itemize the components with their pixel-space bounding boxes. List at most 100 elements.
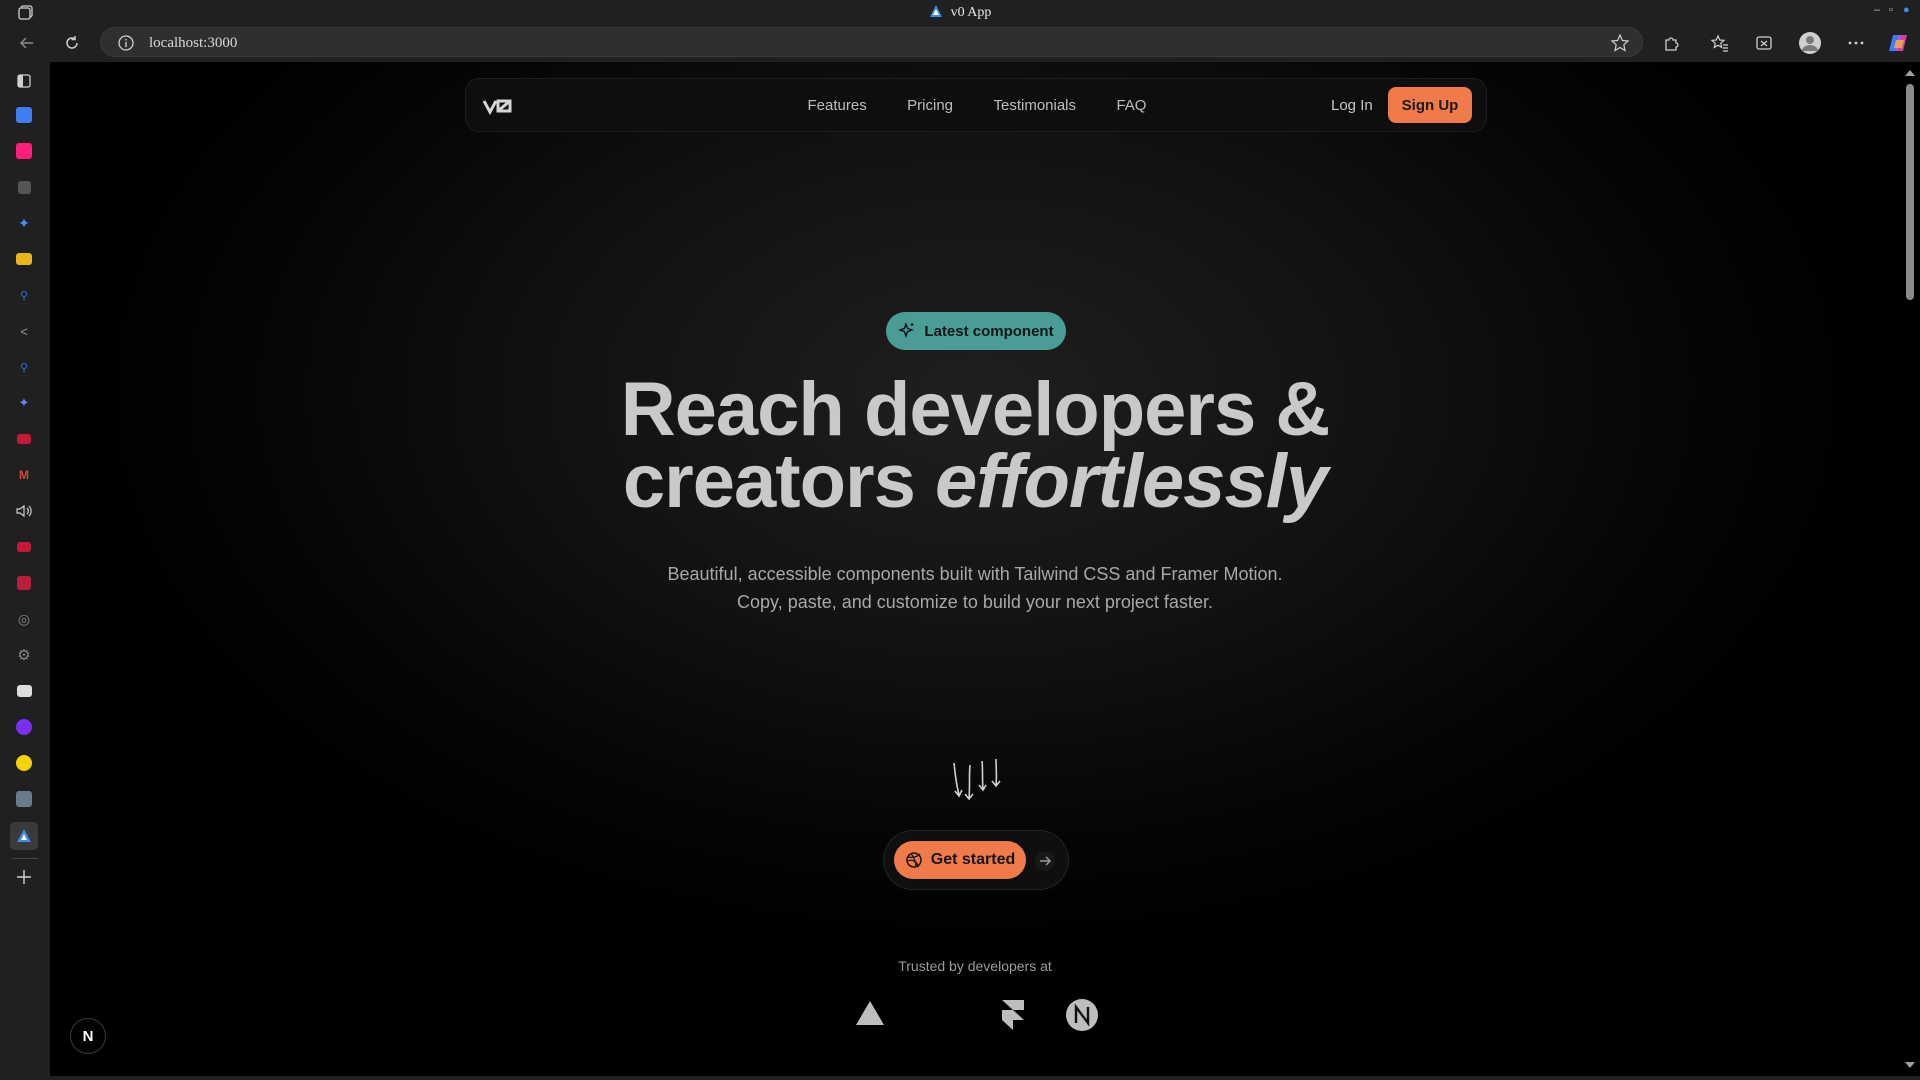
copilot-icon: ✦	[18, 214, 30, 231]
nav-link-pricing[interactable]: Pricing	[907, 97, 953, 114]
scrollbar-thumb[interactable]	[1906, 84, 1914, 300]
sidebar-divider	[12, 858, 38, 859]
scroll-down-icon[interactable]	[1905, 1062, 1915, 1068]
sidebar-item-collections[interactable]	[13, 70, 35, 92]
video-app-icon	[16, 107, 32, 123]
v0-icon	[16, 685, 32, 697]
sidebar-item-settings[interactable]: ⚙	[13, 644, 35, 666]
extensions-button[interactable]	[1658, 30, 1684, 56]
login-link[interactable]: Log In	[1331, 97, 1373, 114]
subtitle-line-1: Beautiful, accessible components built w…	[667, 564, 1283, 584]
get-started-label: Get started	[930, 851, 1016, 868]
speaker-icon	[16, 504, 32, 518]
sidebar-item-notes[interactable]	[13, 248, 35, 270]
sidebar-item-v0[interactable]	[13, 680, 35, 702]
pdf-icon	[17, 576, 31, 590]
notes-icon	[16, 253, 32, 265]
sidebar-item-search-2[interactable]: ⚲	[13, 356, 35, 378]
signup-button[interactable]: Sign Up	[1388, 87, 1472, 123]
collections-icon	[1756, 36, 1772, 50]
arc-icon	[16, 719, 32, 735]
minimize-icon[interactable]: –	[1874, 4, 1880, 16]
back-arrow-icon	[19, 37, 33, 49]
sidebar-item-youtube-music[interactable]	[13, 140, 35, 162]
sidebar-add-button[interactable]	[13, 866, 35, 888]
sidebar-item-speaker[interactable]	[13, 500, 35, 522]
sidebar-item-youtube-2[interactable]	[13, 536, 35, 558]
get-started-button[interactable]: Get started	[894, 841, 1026, 879]
favorite-star-icon[interactable]	[1610, 33, 1630, 53]
gem-icon: ✦	[18, 395, 30, 410]
sidebar-item-v0-app[interactable]	[10, 822, 38, 850]
collections-icon	[17, 74, 31, 88]
tailwind-icon	[918, 1004, 966, 1025]
site-info-icon[interactable]	[117, 34, 135, 52]
sparkle-icon	[898, 322, 915, 339]
address-bar[interactable]: localhost:3000	[100, 27, 1643, 57]
latest-component-badge[interactable]: Latest component	[886, 312, 1066, 350]
browser-toolbar: localhost:3000	[0, 24, 1920, 60]
settings-icon: ⚙	[17, 647, 31, 664]
close-icon[interactable]: ●	[1903, 4, 1910, 16]
profile-avatar-icon	[1799, 32, 1821, 54]
scroll-up-icon[interactable]	[1905, 70, 1915, 76]
trusted-by-label: Trusted by developers at	[898, 958, 1052, 974]
vercel-icon	[856, 1001, 884, 1025]
sidebar-item-youtube[interactable]	[13, 428, 35, 450]
youtube-icon	[17, 542, 31, 552]
v0-favicon-icon	[929, 5, 942, 17]
sidebar-item-qr[interactable]	[13, 788, 35, 810]
youtube-music-icon	[16, 143, 32, 159]
sidebar-item-search[interactable]: ⚲	[13, 284, 35, 306]
profile-button[interactable]	[1797, 30, 1823, 56]
search-icon: ⚲	[19, 289, 29, 302]
sidebar-item-gmail[interactable]: M	[13, 464, 35, 486]
sidebar-item-copilot[interactable]: ✦	[13, 212, 35, 234]
add-icon	[17, 870, 31, 884]
hand-drawn-arrows-icon	[953, 758, 1001, 801]
page-scrollbar[interactable]	[1900, 62, 1920, 1076]
nextjs-dev-indicator[interactable]: N	[70, 1018, 106, 1054]
hero-subtitle: Beautiful, accessible components built w…	[50, 560, 1900, 616]
url-text[interactable]: localhost:3000	[149, 35, 237, 52]
reload-button[interactable]	[59, 30, 85, 56]
v0-app-icon	[17, 829, 31, 842]
youtube-icon	[17, 434, 31, 444]
hero-headline: Reach developers & creators effortlessly	[50, 372, 1900, 520]
search-icon: ⚲	[19, 361, 29, 374]
sidebar-item-pdf[interactable]	[13, 572, 35, 594]
sidebar-item-table[interactable]	[13, 176, 35, 198]
collections-button[interactable]	[1751, 30, 1777, 56]
nextjs-icon	[1066, 999, 1098, 1031]
page-viewport: Features Pricing Testimonials FAQ Log In…	[50, 62, 1900, 1076]
qr-icon	[16, 791, 32, 807]
framer-icon	[1002, 1000, 1024, 1030]
nav-link-faq[interactable]: FAQ	[1116, 97, 1146, 114]
copilot-button[interactable]	[1885, 30, 1911, 56]
headline-emphasis: effortlessly	[934, 439, 1328, 524]
dribbble-ball-icon	[906, 852, 922, 868]
badge-label: Latest component	[924, 322, 1054, 340]
more-menu-button[interactable]	[1843, 30, 1869, 56]
arrow-right-icon[interactable]	[1034, 850, 1056, 872]
window-titlebar: v0 App – ▫ ●	[0, 0, 1920, 24]
ellipsis-icon	[1848, 41, 1864, 45]
back-button[interactable]	[14, 30, 40, 56]
sidebar-item-globe[interactable]: ◎	[13, 608, 35, 630]
sidebar-item-video-app[interactable]	[13, 104, 35, 126]
headline-line-2: creators	[622, 439, 935, 524]
favorites-list-icon	[1711, 34, 1728, 52]
nav-link-features[interactable]: Features	[808, 97, 867, 114]
restore-icon[interactable]: ▫	[1889, 4, 1893, 16]
sidebar-item-gem[interactable]: ✦	[13, 392, 35, 414]
puzzle-icon	[1665, 37, 1679, 51]
nav-link-testimonials[interactable]: Testimonials	[993, 97, 1076, 114]
browser-sidebar: ✦ ⚲ < ⚲ ✦ M ◎ ⚙	[0, 60, 50, 1080]
sidebar-item-share[interactable]: <	[13, 320, 35, 342]
window-title: v0 App	[0, 4, 1920, 21]
sidebar-item-arc[interactable]	[13, 716, 35, 738]
copilot-icon	[1889, 35, 1907, 51]
sidebar-item-snapchat[interactable]	[13, 752, 35, 774]
subtitle-line-2: Copy, paste, and customize to build your…	[737, 592, 1213, 612]
favorites-button[interactable]	[1707, 30, 1733, 56]
